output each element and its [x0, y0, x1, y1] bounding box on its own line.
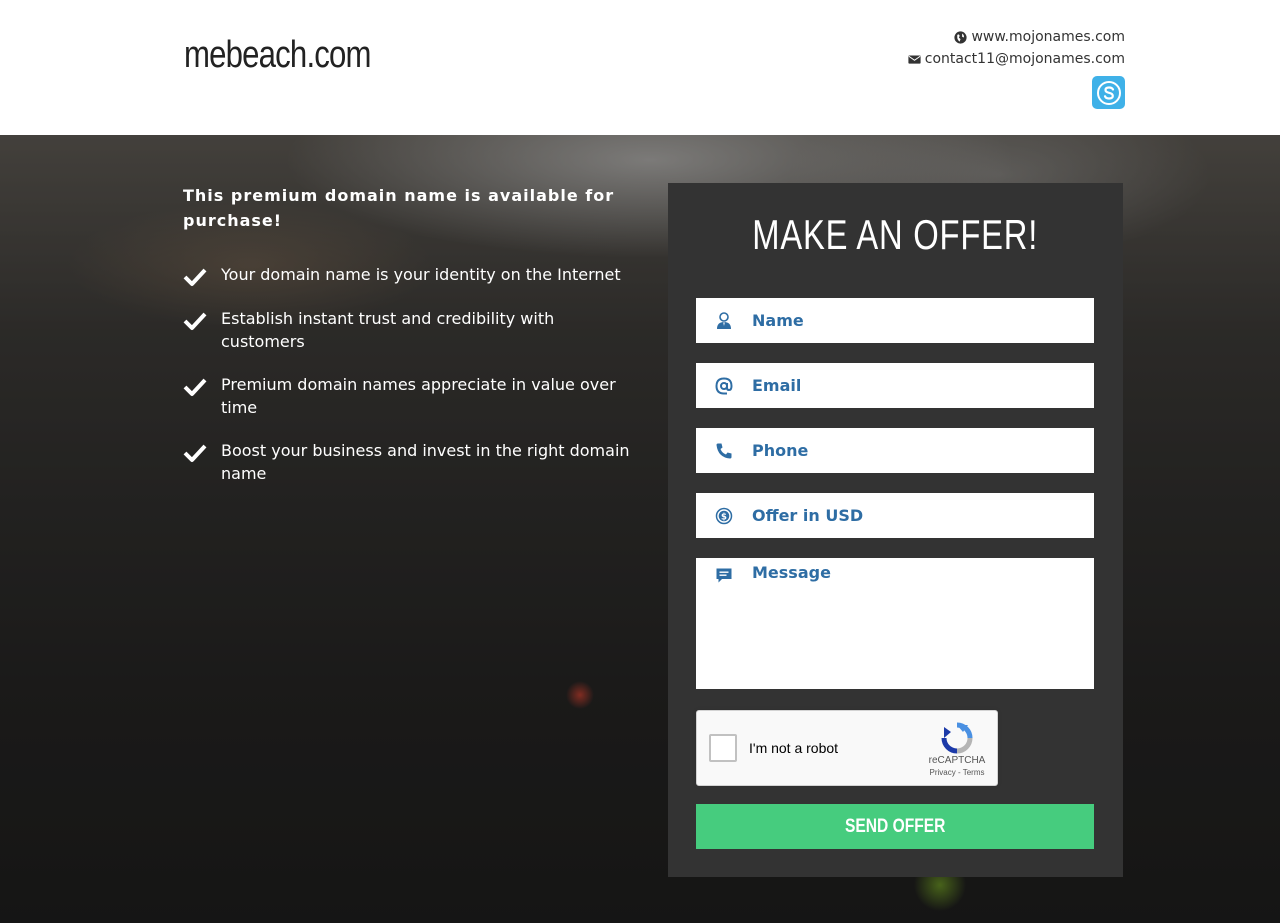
checkmark-icon: [183, 439, 221, 463]
globe-icon: [954, 30, 968, 44]
email-field[interactable]: [696, 363, 1094, 408]
feature-list: Your domain name is your identity on the…: [183, 263, 633, 505]
message-field[interactable]: [696, 558, 1094, 689]
recaptcha-terms[interactable]: Privacy - Terms: [927, 767, 987, 779]
site-name[interactable]: mebeach.com: [184, 34, 372, 77]
message-icon: [696, 558, 752, 584]
offer-field[interactable]: $: [696, 493, 1094, 538]
feature-text: Establish instant trust and credibility …: [221, 309, 555, 351]
site-header: mebeach.com www.mojonames.com contact11@…: [0, 0, 1280, 135]
email-input[interactable]: [752, 376, 1094, 395]
feature-text: Boost your business and invest in the ri…: [221, 441, 630, 483]
at-sign-icon: [696, 376, 752, 395]
user-icon: [696, 311, 752, 330]
recaptcha-label: I'm not a robot: [749, 740, 839, 756]
email-line[interactable]: contact11@mojonames.com: [908, 48, 1125, 70]
svg-text:$: $: [721, 512, 727, 522]
phone-input[interactable]: [752, 441, 1094, 460]
feature-item: Establish instant trust and credibility …: [183, 307, 633, 353]
name-input[interactable]: [752, 311, 1094, 330]
checkmark-icon: [183, 307, 221, 331]
recaptcha-checkbox[interactable]: [709, 734, 737, 762]
offer-input[interactable]: [752, 506, 1094, 525]
email-link[interactable]: contact11@mojonames.com: [925, 48, 1125, 70]
offer-title: MAKE AN OFFER!: [752, 211, 1039, 258]
recaptcha-widget: I'm not a robot reCAPTCHA Privacy - Term…: [696, 710, 998, 786]
feature-item: Boost your business and invest in the ri…: [183, 439, 633, 485]
offer-panel: MAKE AN OFFER! $ I'm not a robot: [668, 183, 1123, 877]
dollar-coin-icon: $: [696, 507, 752, 525]
recaptcha-brand: reCAPTCHA: [928, 755, 986, 766]
phone-icon: [696, 442, 752, 460]
recaptcha-icon: [941, 722, 973, 754]
message-input[interactable]: [752, 558, 1094, 683]
website-line[interactable]: www.mojonames.com: [908, 26, 1125, 48]
website-link[interactable]: www.mojonames.com: [971, 26, 1125, 48]
intro-headline: This premium domain name is available fo…: [183, 186, 615, 230]
recaptcha-logo: reCAPTCHA Privacy - Terms: [927, 721, 987, 779]
phone-field[interactable]: [696, 428, 1094, 473]
checkmark-icon: [183, 263, 221, 287]
contact-info: www.mojonames.com contact11@mojonames.co…: [908, 26, 1125, 70]
feature-item: Your domain name is your identity on the…: [183, 263, 633, 287]
envelope-icon: [908, 53, 921, 66]
skype-icon[interactable]: [1092, 76, 1125, 109]
name-field[interactable]: [696, 298, 1094, 343]
feature-text: Premium domain names appreciate in value…: [221, 375, 616, 417]
checkmark-icon: [183, 373, 221, 397]
send-offer-button[interactable]: SEND OFFER: [696, 804, 1094, 849]
feature-text: Your domain name is your identity on the…: [221, 265, 621, 284]
feature-item: Premium domain names appreciate in value…: [183, 373, 633, 419]
